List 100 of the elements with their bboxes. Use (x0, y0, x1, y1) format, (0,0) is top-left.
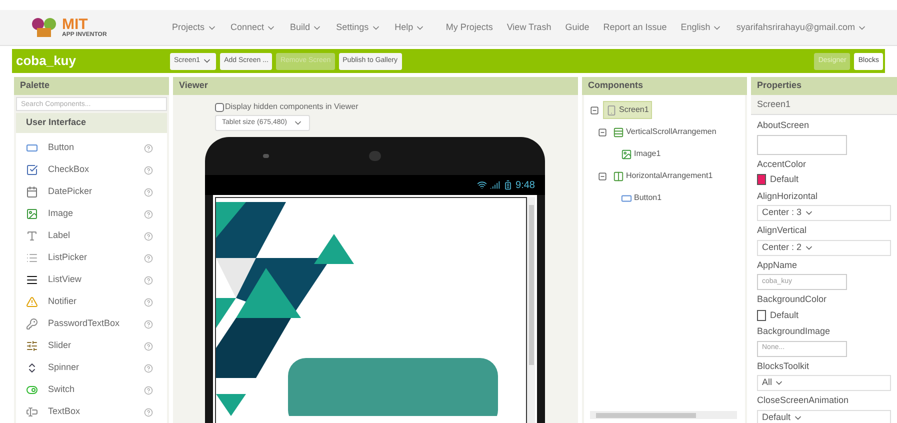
help-icon[interactable] (144, 188, 153, 196)
menu-item[interactable]: View Trash (506, 20, 552, 34)
wifi-icon (476, 180, 487, 190)
palette-item[interactable]: Image (48, 207, 144, 221)
phone-camera (369, 151, 381, 161)
color-swatch[interactable] (757, 310, 766, 321)
checkbox[interactable] (215, 102, 224, 112)
phone-icon (606, 104, 617, 116)
tree-item[interactable]: Image1 (619, 146, 663, 162)
color-value: Default (770, 173, 799, 186)
palette-item[interactable]: ListView (48, 273, 144, 287)
help-icon[interactable] (144, 320, 153, 328)
panel-header: Viewer (173, 77, 578, 95)
panel-header: Palette (14, 77, 169, 95)
logo-title: MIT (62, 17, 88, 32)
palette-item[interactable]: CheckBox (48, 163, 144, 177)
collapse-icon[interactable] (590, 106, 599, 114)
list-icon (26, 274, 38, 286)
color-value: Default (770, 308, 799, 322)
tree-label: Button1 (634, 192, 662, 204)
property-label: AboutScreen (757, 119, 810, 132)
tree-item[interactable]: HorizontalArrangement1 (611, 168, 715, 184)
menu-item[interactable]: Report an Issue (603, 20, 667, 34)
panel-header: Components (582, 77, 747, 95)
property-label: AccentColor (757, 158, 808, 170)
tree-item[interactable]: Button1 (619, 190, 664, 206)
property-label: AppName (757, 258, 798, 272)
property-label: BackgroundColor (757, 293, 828, 306)
palette-item[interactable]: DatePicker (48, 185, 144, 199)
tree-label: VerticalScrollArrangemen (626, 126, 716, 138)
text-field-icon (26, 406, 38, 418)
signal-icon (490, 180, 500, 190)
help-icon[interactable] (144, 298, 153, 306)
tree-label: HorizontalArrangement1 (626, 170, 713, 182)
checkbox-icon (26, 164, 38, 176)
menu-item[interactable]: Build (290, 20, 322, 34)
checkbox-label: Display hidden components in Viewer (225, 101, 358, 113)
dropdown-button[interactable]: Center : 3 (757, 205, 891, 221)
menu-item[interactable]: Connect (230, 20, 276, 34)
property-label: BlocksToolkit (757, 360, 810, 372)
calendar-icon (26, 186, 38, 198)
menu-item[interactable]: syarifahsrirahayu@gmail.com (736, 20, 867, 34)
tree-label: Image1 (634, 148, 661, 160)
dropdown-button[interactable]: Default (757, 410, 891, 423)
columns-icon (613, 170, 624, 182)
menu-item[interactable]: Projects (172, 20, 217, 34)
image-icon (26, 208, 38, 220)
help-icon[interactable] (144, 276, 153, 284)
tree-item[interactable]: VerticalScrollArrangemen (611, 124, 718, 140)
spinner-icon (26, 362, 38, 374)
logo-icon (30, 16, 58, 38)
phone-time: 9:48 (516, 178, 535, 192)
tree-label: Screen1 (619, 104, 649, 116)
collapse-icon[interactable] (598, 128, 607, 136)
palette-item[interactable]: Label (48, 229, 144, 243)
text-area[interactable] (757, 134, 847, 154)
help-icon[interactable] (144, 210, 153, 218)
palette-item[interactable]: Slider (48, 339, 144, 353)
color-swatch[interactable] (757, 174, 766, 186)
property-label: AlignHorizontal (757, 190, 819, 203)
palette-item[interactable]: Button (48, 141, 144, 155)
help-icon[interactable] (144, 144, 153, 152)
toggle-icon (26, 384, 38, 396)
category-header[interactable]: User Interface (16, 113, 167, 133)
property-label: CloseScreenAnimation (757, 394, 850, 407)
menu-item[interactable]: My Projects (446, 20, 493, 34)
palette-item[interactable]: TextBox (48, 405, 144, 419)
menu-item[interactable]: English (680, 20, 722, 34)
tree-item[interactable]: Screen1 (603, 101, 652, 119)
phone-speaker (263, 154, 269, 158)
menu-item[interactable]: Help (394, 20, 426, 34)
palette-item[interactable]: PasswordTextBox (48, 317, 144, 331)
dropdown-button[interactable]: Center : 2 (757, 240, 891, 256)
help-icon[interactable] (144, 342, 153, 350)
help-icon[interactable] (144, 386, 153, 394)
help-icon[interactable] (144, 254, 153, 262)
help-icon[interactable] (144, 364, 153, 372)
panel-header: Properties (751, 77, 897, 95)
battery-icon (502, 180, 513, 190)
help-icon[interactable] (144, 408, 153, 416)
label-icon (26, 230, 38, 242)
help-icon[interactable] (144, 232, 153, 240)
palette-item[interactable]: Switch (48, 383, 144, 397)
slider-icon (26, 340, 38, 352)
palette-item[interactable]: Notifier (48, 295, 144, 309)
palette-item[interactable]: ListPicker (48, 251, 144, 265)
project-name: coba_kuy (16, 52, 77, 70)
menu-item[interactable]: Settings (336, 20, 381, 34)
property-label: AlignVertical (757, 224, 808, 237)
palette-item[interactable]: Spinner (48, 361, 144, 375)
image-icon (621, 148, 632, 160)
collapse-icon[interactable] (598, 172, 607, 180)
key-icon (26, 318, 38, 330)
help-icon[interactable] (144, 166, 153, 174)
property-label: BackgroundImage (757, 325, 832, 338)
rows-icon (613, 126, 624, 138)
dropdown-button[interactable]: All (757, 375, 891, 391)
warning-icon (26, 296, 38, 308)
button-icon (26, 142, 38, 154)
menu-item[interactable]: Guide (565, 20, 590, 34)
